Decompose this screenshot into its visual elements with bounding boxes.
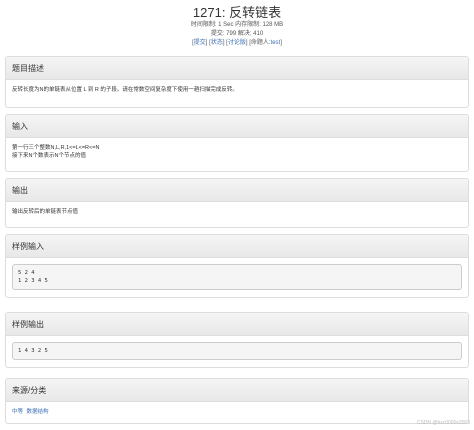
limits-text: 时间限制: 1 Sec 内存限制: 128 MB [190, 22, 284, 28]
input-line-1: 第一行三个整数N,L,R,1<=L<=R<=N [12, 145, 100, 151]
input-line-2: 接下来N个数表示N个节点的值 [12, 153, 86, 159]
input-text: 第一行三个整数N,L,R,1<=L<=R<=N 接下来N个数表示N个节点的值 [6, 138, 468, 166]
author-link[interactable]: test [271, 40, 281, 46]
sample-input-panel: 样例输入 5 2 4 1 2 3 4 5 [5, 234, 469, 298]
sample-output-panel: 样例输出 1 4 3 2 5 [5, 312, 469, 368]
source-heading: 来源/分类 [6, 379, 468, 402]
sample-output-heading: 样例输出 [6, 313, 468, 336]
sample-input-code: 5 2 4 1 2 3 4 5 [12, 264, 462, 290]
category-link-data-structures[interactable]: 数据结构 [27, 409, 49, 415]
submit-link[interactable]: 提交 [194, 40, 206, 46]
output-heading: 输出 [6, 179, 468, 202]
problem-links: [提交] [状态] [讨论版] [命题人:test] [192, 40, 282, 46]
problem-header: 1271: 反转链表 时间限制: 1 Sec 内存限制: 128 MB 提交: … [0, 0, 474, 52]
stats-text: 提交: 799 解决: 410 [210, 31, 264, 37]
problem-title: 1271: 反转链表 [192, 5, 282, 20]
sample-input-heading: 样例输入 [6, 235, 468, 258]
watermark-text: CSDN @bzc0000x2003 [416, 420, 470, 426]
description-text: 反转长度为N的单链表从位置 L 到 R 的子段。请在常数空间复杂度下使用一趟扫描… [12, 87, 238, 93]
discuss-link[interactable]: 讨论版 [228, 40, 246, 46]
description-panel: 题目描述 反转长度为N的单链表从位置 L 到 R 的子段。请在常数空间复杂度下使… [5, 56, 469, 108]
status-link[interactable]: 状态 [211, 40, 223, 46]
category-tags: 中等 数据结构 [6, 402, 468, 422]
output-text: 输出反转后的单链表节点值 [12, 209, 79, 215]
input-heading: 输入 [6, 115, 468, 138]
category-link-medium[interactable]: 中等 [12, 409, 23, 415]
source-panel: 来源/分类 中等 数据结构 [5, 378, 469, 424]
sample-output-code: 1 4 3 2 5 [12, 342, 462, 360]
output-panel: 输出 输出反转后的单链表节点值 [5, 178, 469, 228]
description-heading: 题目描述 [6, 57, 468, 80]
input-panel: 输入 第一行三个整数N,L,R,1<=L<=R<=N 接下来N个数表示N个节点的… [5, 114, 469, 172]
